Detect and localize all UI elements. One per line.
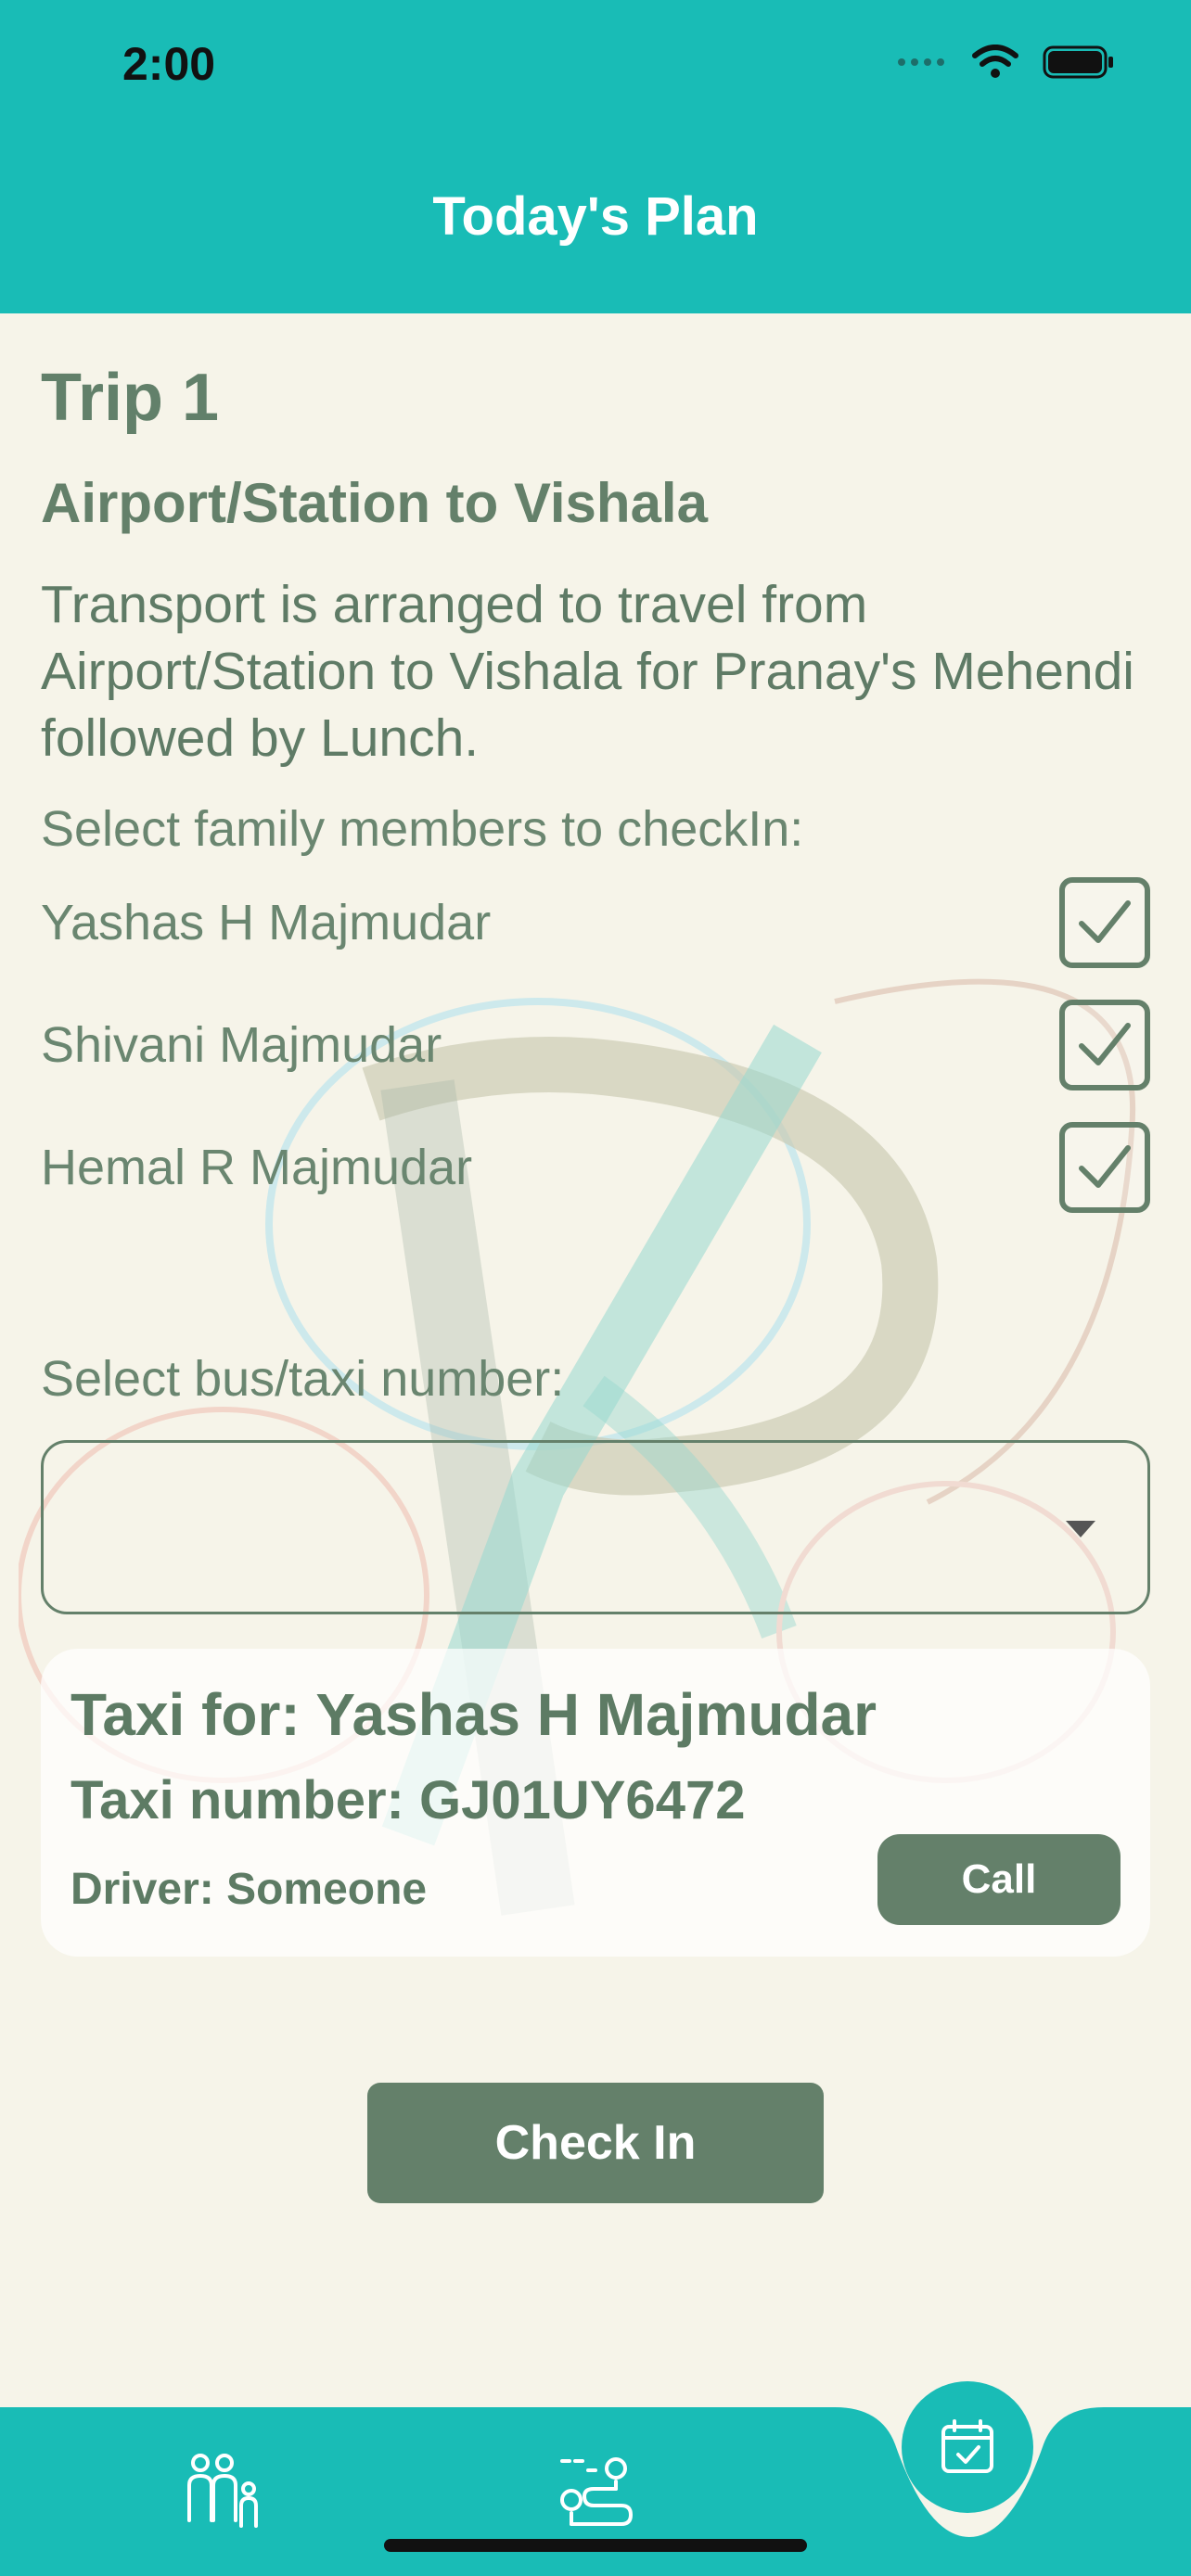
app-header: 2:00 Today's Plan	[0, 0, 1191, 313]
signal-icon	[896, 56, 948, 73]
driver-text: Driver: Someone	[70, 1865, 428, 1914]
tab-route[interactable]	[557, 2452, 634, 2530]
family-member-name: Shivani Majmudar	[41, 1017, 442, 1073]
family-member-row: Hemal R Majmudar	[0, 1122, 1191, 1215]
home-indicator	[384, 2539, 807, 2552]
checkmark-icon	[1079, 900, 1131, 943]
taxi-for-text: Taxi for: Yashas H Majmudar	[70, 1681, 877, 1748]
check-in-button[interactable]: Check In	[367, 2083, 824, 2203]
taxi-info-card: Taxi for: Yashas H Majmudar Taxi number:…	[41, 1649, 1150, 1957]
tab-family[interactable]	[182, 2452, 267, 2533]
family-member-row: Shivani Majmudar	[0, 1000, 1191, 1092]
member-checkbox[interactable]	[1059, 1122, 1150, 1213]
battery-icon	[1043, 45, 1115, 83]
calendar-check-icon	[941, 2419, 993, 2473]
caret-down-icon	[1066, 1521, 1095, 1537]
tab-todays-plan[interactable]	[902, 2381, 1033, 2513]
family-select-label: Select family members to checkIn:	[41, 801, 804, 857]
bus-select-label: Select bus/taxi number:	[41, 1351, 565, 1407]
call-button[interactable]: Call	[877, 1834, 1121, 1925]
family-member-name: Hemal R Majmudar	[41, 1140, 473, 1195]
trip-title: Trip 1	[41, 361, 220, 435]
checkmark-icon	[1079, 1145, 1131, 1188]
route-title: Airport/Station to Vishala	[41, 472, 708, 534]
taxi-number-text: Taxi number: GJ01UY6472	[70, 1770, 746, 1830]
status-time: 2:00	[122, 38, 216, 90]
trip-description: Transport is arranged to travel from Air…	[41, 575, 1134, 768]
route-map-icon	[560, 2457, 634, 2526]
bus-taxi-dropdown[interactable]	[41, 1440, 1150, 1614]
page-title: Today's Plan	[432, 186, 759, 247]
member-checkbox[interactable]	[1059, 1000, 1150, 1090]
family-member-row: Yashas H Majmudar	[0, 877, 1191, 970]
family-member-name: Yashas H Majmudar	[41, 895, 492, 950]
status-icons	[896, 45, 1115, 84]
family-icon	[187, 2454, 258, 2528]
checkmark-icon	[1079, 1023, 1131, 1065]
member-checkbox[interactable]	[1059, 877, 1150, 968]
wifi-icon	[972, 45, 1018, 84]
